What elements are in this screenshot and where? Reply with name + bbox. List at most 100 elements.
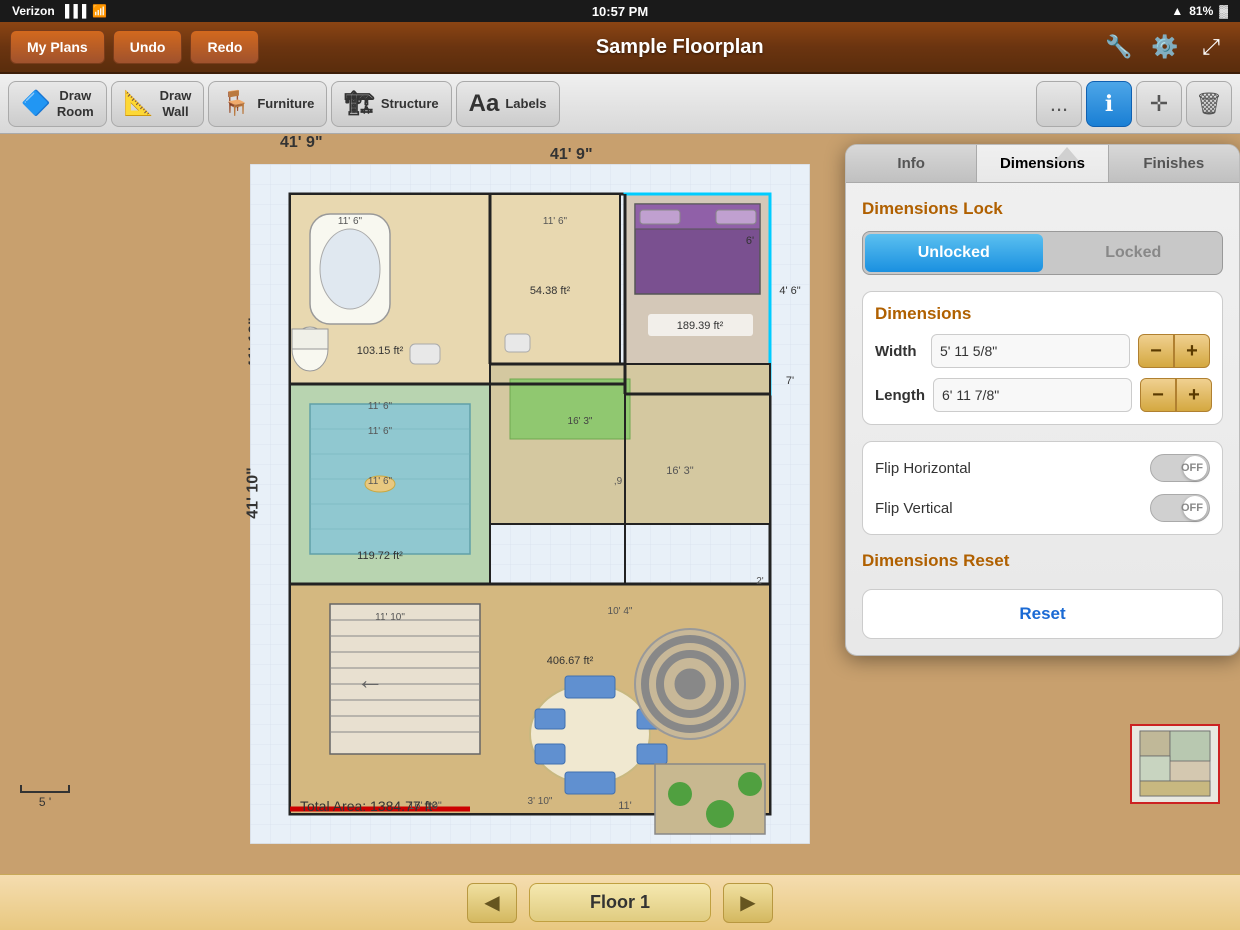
vertical-dimension: 41' 10" xyxy=(245,467,263,518)
info-icon-button[interactable]: ℹ xyxy=(1086,81,1132,127)
prev-floor-button[interactable]: ◀ xyxy=(467,883,517,923)
furniture-button[interactable]: 🪑 Furniture xyxy=(208,81,327,127)
svg-text:189.39 ft²: 189.39 ft² xyxy=(677,320,724,332)
flip-section: Flip Horizontal OFF Flip Vertical OFF xyxy=(862,441,1223,535)
tab-info[interactable]: Info xyxy=(846,145,977,182)
floor-label: Floor 1 xyxy=(529,883,711,922)
reset-section: Dimensions Reset Reset xyxy=(862,551,1223,639)
next-floor-button[interactable]: ▶ xyxy=(723,883,773,923)
mode-toolbar: 🔷 DrawRoom 📐 DrawWall 🪑 Furniture 🏗 Stru… xyxy=(0,74,1240,134)
structure-icon: 🏗 xyxy=(344,89,374,118)
horizontal-dimension: 41' 9" xyxy=(550,146,593,164)
wrench-icon-button[interactable]: 🔧 xyxy=(1100,28,1138,66)
more-button[interactable]: ... xyxy=(1036,81,1082,127)
labels-button[interactable]: Aa Labels xyxy=(456,81,560,127)
total-area-label: Total Area: 1384.77 ft² xyxy=(300,798,437,814)
toolbar: My Plans Undo Redo Sample Floorplan 🔧 ⚙️… xyxy=(0,22,1240,74)
draw-wall-label: DrawWall xyxy=(160,88,192,119)
tab-dimensions[interactable]: Dimensions xyxy=(977,145,1108,182)
svg-text:16' 3": 16' 3" xyxy=(666,465,694,477)
draw-room-label: DrawRoom xyxy=(57,88,94,119)
structure-label: Structure xyxy=(381,96,439,111)
trash-icon-button[interactable]: 🗑 xyxy=(1186,81,1232,127)
width-row: Width − + xyxy=(875,334,1210,368)
length-input[interactable] xyxy=(933,378,1132,412)
svg-text:16' 3": 16' 3" xyxy=(568,416,593,427)
wifi-icon: 📶 xyxy=(92,4,107,18)
flip-vertical-value: OFF xyxy=(1181,502,1203,514)
draw-wall-icon: 📐 xyxy=(124,89,154,118)
draw-room-button[interactable]: 🔷 DrawRoom xyxy=(8,81,107,127)
svg-text:4' 6": 4' 6" xyxy=(779,285,800,297)
lock-section: Dimensions Lock Unlocked Locked xyxy=(862,199,1223,275)
svg-text:11' 6": 11' 6" xyxy=(543,216,568,227)
flip-vertical-toggle[interactable]: OFF xyxy=(1150,494,1210,522)
flip-horizontal-label: Flip Horizontal xyxy=(875,460,1150,477)
move-icon: ✛ xyxy=(1150,91,1168,117)
labels-label: Labels xyxy=(505,96,546,111)
flip-horizontal-toggle[interactable]: OFF xyxy=(1150,454,1210,482)
furniture-icon: 🪑 xyxy=(221,89,251,118)
svg-text:3' 10": 3' 10" xyxy=(528,796,553,807)
lock-toggle: Unlocked Locked xyxy=(862,231,1223,275)
floor-navigation: ◀ Floor 1 ▶ xyxy=(0,874,1240,930)
flip-vertical-label: Flip Vertical xyxy=(875,500,1150,517)
structure-button[interactable]: 🏗 Structure xyxy=(331,81,451,127)
lock-section-title: Dimensions Lock xyxy=(862,199,1223,219)
width-decrement-button[interactable]: − xyxy=(1138,334,1174,368)
tab-finishes[interactable]: Finishes xyxy=(1109,145,1239,182)
signal-icon: ▐▐▐ xyxy=(61,4,87,18)
gear-icon-button[interactable]: ⚙️ xyxy=(1146,28,1184,66)
svg-text:11' 6": 11' 6" xyxy=(368,401,393,412)
info-icon: ℹ xyxy=(1105,91,1113,117)
battery-icon: ▓ xyxy=(1219,4,1228,18)
panel-caret xyxy=(1055,147,1079,161)
undo-button[interactable]: Undo xyxy=(113,30,183,64)
svg-text:11' 6": 11' 6" xyxy=(338,216,363,227)
svg-text:406.67 ft²: 406.67 ft² xyxy=(547,655,594,667)
redo-button[interactable]: Redo xyxy=(190,30,259,64)
draw-room-icon: 🔷 xyxy=(21,89,51,118)
svg-text:2': 2' xyxy=(756,576,764,587)
move-icon-button[interactable]: ✛ xyxy=(1136,81,1182,127)
battery-label: 81% xyxy=(1189,4,1213,18)
dimensions-section: Dimensions Width − + Length − + xyxy=(862,291,1223,425)
width-increment-button[interactable]: + xyxy=(1174,334,1210,368)
main-content: 41' 9" 41' 10" xyxy=(0,134,1240,874)
top-dimension-label: 41' 9" xyxy=(280,134,323,152)
panel-tabs: Info Dimensions Finishes xyxy=(846,145,1239,183)
svg-text:10' 4": 10' 4" xyxy=(608,606,633,617)
flip-horizontal-row: Flip Horizontal OFF xyxy=(875,454,1210,482)
my-plans-button[interactable]: My Plans xyxy=(10,30,105,64)
svg-text:7': 7' xyxy=(786,375,794,387)
panel-body: Dimensions Lock Unlocked Locked Dimensio… xyxy=(846,183,1239,655)
svg-text:54.38 ft²: 54.38 ft² xyxy=(530,285,571,297)
length-row: Length − + xyxy=(875,378,1210,412)
minimap[interactable] xyxy=(1130,724,1220,804)
labels-icon: Aa xyxy=(469,90,500,118)
svg-text:11' 10": 11' 10" xyxy=(375,612,405,623)
unlocked-button[interactable]: Unlocked xyxy=(865,234,1043,272)
svg-text:,9: ,9 xyxy=(614,476,623,487)
status-time: 10:57 PM xyxy=(592,4,648,19)
floorplan-canvas[interactable]: 189.39 ft² 16' 3" ← xyxy=(250,164,810,844)
draw-wall-button[interactable]: 📐 DrawWall xyxy=(111,81,205,127)
svg-text:11': 11' xyxy=(618,800,632,812)
svg-text:119.72 ft²: 119.72 ft² xyxy=(357,550,403,562)
length-increment-button[interactable]: + xyxy=(1176,378,1212,412)
carrier-label: Verizon xyxy=(12,4,55,18)
reset-button[interactable]: Reset xyxy=(862,589,1223,639)
reset-section-title: Dimensions Reset xyxy=(862,551,1223,571)
width-label: Width xyxy=(875,343,923,360)
app-title: Sample Floorplan xyxy=(267,36,1092,59)
flip-vertical-row: Flip Vertical OFF xyxy=(875,494,1210,522)
width-input[interactable] xyxy=(931,334,1130,368)
locked-button[interactable]: Locked xyxy=(1045,232,1223,274)
length-stepper: − + xyxy=(1140,378,1212,412)
dimensions-panel: Info Dimensions Finishes Dimensions Lock… xyxy=(845,144,1240,656)
length-decrement-button[interactable]: − xyxy=(1140,378,1176,412)
export-icon-button[interactable]: ⤢ xyxy=(1192,28,1230,66)
furniture-label: Furniture xyxy=(257,96,314,111)
status-bar: Verizon ▐▐▐ 📶 10:57 PM ▲ 81% ▓ xyxy=(0,0,1240,22)
scale-indicator: 5 ' xyxy=(20,785,70,809)
